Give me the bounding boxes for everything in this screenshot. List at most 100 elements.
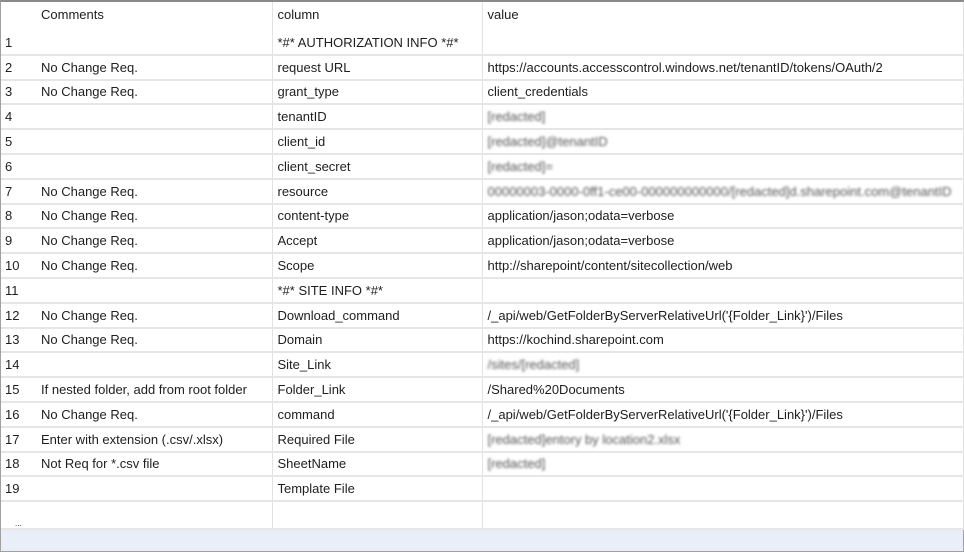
comment-cell[interactable] xyxy=(36,129,273,155)
comment-cell[interactable] xyxy=(36,277,273,304)
comment-cell[interactable]: No Change Req. xyxy=(36,54,273,81)
table-row[interactable]: 13 No Change Req. Domain https://kochind.sh… xyxy=(1,327,964,354)
row-number[interactable]: 19 xyxy=(1,476,36,503)
value-cell[interactable]: [redacted] xyxy=(482,104,964,131)
row-number[interactable]: 16 xyxy=(1,401,36,428)
comment-cell[interactable] xyxy=(36,153,273,180)
row-number[interactable]: 3 xyxy=(1,79,36,106)
column-cell[interactable]: resource xyxy=(272,178,483,205)
value-cell[interactable] xyxy=(482,277,964,304)
comment-cell[interactable]: Not Req for *.csv file xyxy=(36,451,273,478)
row-number[interactable]: 12 xyxy=(1,302,36,329)
table-row[interactable]: 18 Not Req for *.csv file SheetName [redact… xyxy=(1,451,964,478)
column-cell[interactable]: request URL xyxy=(272,54,483,81)
row-number[interactable]: 6 xyxy=(1,153,36,180)
column-cell[interactable]: tenantID xyxy=(272,104,483,131)
comment-cell[interactable]: Enter with extension (.csv/.xlsx) xyxy=(36,426,273,453)
row-number[interactable]: 8 xyxy=(1,203,36,230)
table-row[interactable]: 3 No Change Req. grant_type client_credenti… xyxy=(1,79,964,106)
comment-cell[interactable] xyxy=(36,476,273,503)
column-header-value[interactable]: value xyxy=(482,2,964,31)
column-header-comments[interactable]: Comments xyxy=(36,2,273,31)
comment-cell[interactable]: No Change Req. xyxy=(36,178,273,205)
value-cell[interactable]: /_api/web/GetFolderByServerRelativeUrl('… xyxy=(482,401,964,428)
value-cell[interactable]: 00000003-0000-0ff1-ce00-000000000000/[re… xyxy=(482,178,964,205)
comment-cell[interactable]: If nested folder, add from root folder xyxy=(36,377,273,403)
row-number[interactable]: 5 xyxy=(1,129,36,155)
row-number[interactable]: 11 xyxy=(1,277,36,304)
column-cell[interactable]: command xyxy=(272,401,483,428)
row-number[interactable]: 10 xyxy=(1,253,36,279)
column-header-column[interactable]: column xyxy=(272,2,483,31)
table-row[interactable]: 9 No Change Req. Accept application/jason;o… xyxy=(1,228,964,255)
column-cell[interactable]: client_secret xyxy=(272,153,483,180)
table-row[interactable]: 2 No Change Req. request URL https://accoun… xyxy=(1,54,964,81)
value-cell[interactable]: application/jason;odata=verbose xyxy=(482,228,964,255)
table-row[interactable]: 12 No Change Req. Download_command/_api/we… xyxy=(1,302,964,329)
new-row-marker[interactable]: ... xyxy=(1,501,36,531)
row-number[interactable]: 9 xyxy=(1,228,36,255)
table-row[interactable]: 8 No Change Req. content-type application/j… xyxy=(1,203,964,230)
comment-cell[interactable]: No Change Req. xyxy=(36,302,273,329)
comment-cell[interactable]: No Change Req. xyxy=(36,79,273,106)
row-number[interactable]: 18 xyxy=(1,451,36,478)
comment-cell[interactable] xyxy=(36,31,273,56)
row-number[interactable]: 17 xyxy=(1,426,36,453)
value-cell[interactable]: [redacted]@tenantID xyxy=(482,129,964,155)
column-cell[interactable]: Required File xyxy=(272,426,483,453)
column-cell[interactable]: Folder_Link xyxy=(272,377,483,403)
value-cell[interactable]: client_credentials xyxy=(482,79,964,106)
table-row[interactable]: 7 No Change Req. resource 00000003-0000-0ff… xyxy=(1,178,964,205)
row-number-header[interactable] xyxy=(1,2,36,31)
comment-cell[interactable] xyxy=(36,104,273,131)
value-cell[interactable]: /_api/web/GetFolderByServerRelativeUrl('… xyxy=(482,302,964,329)
column-cell[interactable]: client_id xyxy=(272,129,483,155)
comment-cell[interactable]: No Change Req. xyxy=(36,228,273,255)
value-cell[interactable]: http://sharepoint/content/sitecollection… xyxy=(482,253,964,279)
row-number[interactable]: 14 xyxy=(1,352,36,379)
table-row[interactable]: 15 If nested folder, add from root folder… xyxy=(1,377,964,403)
row-number[interactable]: 2 xyxy=(1,54,36,81)
column-cell[interactable]: content-type xyxy=(272,203,483,230)
column-cell[interactable]: SheetName xyxy=(272,451,483,478)
table-row[interactable]: 16 No Change Req. command/_api/web/GetFold… xyxy=(1,401,964,428)
new-row[interactable]: ... xyxy=(1,501,964,531)
column-cell[interactable]: Domain xyxy=(272,327,483,354)
value-cell[interactable]: [redacted] xyxy=(482,451,964,478)
value-cell[interactable]: /Shared%20Documents xyxy=(482,377,964,403)
new-row-column[interactable] xyxy=(272,501,483,531)
column-cell[interactable]: Site_Link xyxy=(272,352,483,379)
value-cell[interactable]: https://accounts.accesscontrol.windows.n… xyxy=(482,54,964,81)
column-cell[interactable]: Template File xyxy=(272,476,483,503)
column-cell[interactable]: Scope xyxy=(272,253,483,279)
row-number[interactable]: 1 xyxy=(1,31,36,56)
value-cell[interactable]: application/jason;odata=verbose xyxy=(482,203,964,230)
row-number[interactable]: 13 xyxy=(1,327,36,354)
new-row-value[interactable] xyxy=(482,501,964,531)
table-row[interactable]: 19 Template File xyxy=(1,476,964,503)
table-row[interactable]: 11 *#* SITE INFO *#* xyxy=(1,277,964,304)
table-row[interactable]: 14 Site_Link/sites/[redacted] xyxy=(1,352,964,379)
table-row[interactable]: 5 client_id [redacted]@tenantID xyxy=(1,129,964,155)
value-cell[interactable]: [redacted]= xyxy=(482,153,964,180)
table-row[interactable]: 4 tenantID [redacted] xyxy=(1,104,964,131)
row-number[interactable]: 4 xyxy=(1,104,36,131)
comment-cell[interactable]: No Change Req. xyxy=(36,203,273,230)
comment-cell[interactable]: No Change Req. xyxy=(36,401,273,428)
comment-cell[interactable]: No Change Req. xyxy=(36,253,273,279)
value-cell[interactable]: /sites/[redacted] xyxy=(482,352,964,379)
table-row[interactable]: 17 Enter with extension (.csv/.xlsx) Requi… xyxy=(1,426,964,453)
value-cell[interactable] xyxy=(482,476,964,503)
comment-cell[interactable] xyxy=(36,352,273,379)
column-cell[interactable]: *#* SITE INFO *#* xyxy=(272,277,483,304)
column-cell[interactable]: *#* AUTHORIZATION INFO *#* xyxy=(272,31,483,56)
column-cell[interactable]: Accept xyxy=(272,228,483,255)
column-cell[interactable]: Download_command xyxy=(272,302,483,329)
new-row-comment[interactable] xyxy=(36,501,273,531)
comment-cell[interactable]: No Change Req. xyxy=(36,327,273,354)
table-row[interactable]: 1 *#* AUTHORIZATION INFO *#* xyxy=(1,31,964,56)
value-cell[interactable] xyxy=(482,31,964,56)
value-cell[interactable]: [redacted]entory by location2.xlsx xyxy=(482,426,964,453)
row-number[interactable]: 7 xyxy=(1,178,36,205)
table-row[interactable]: 6 client_secret [redacted]= xyxy=(1,153,964,180)
